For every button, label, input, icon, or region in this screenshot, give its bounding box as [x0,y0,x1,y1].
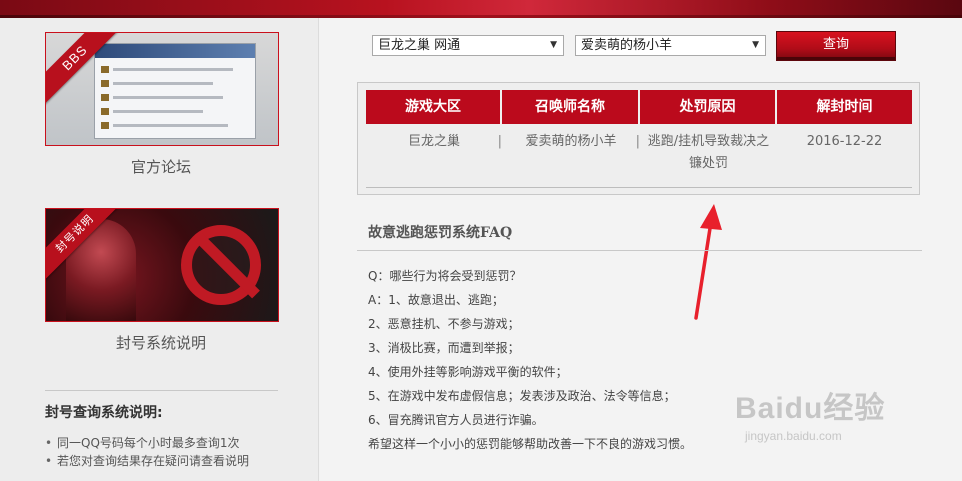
table-row: 巨龙之巢 爱卖萌的杨小羊 逃跑/挂机导致裁决之镰处罚 2016-12-22 [366,131,912,181]
faq-line: 6、冒充腾讯官方人员进行诈骗。 [368,413,544,427]
faq-line: A：1、故意退出、逃跑； [368,293,504,307]
dropdown-arrow-icon: ▼ [550,40,557,50]
faq-divider [357,250,922,251]
prohibited-icon [181,225,261,305]
header-summoner: 召唤师名称 [502,90,640,124]
faq-line: 4、使用外挂等影响游戏平衡的软件； [368,365,568,379]
summoner-select-value: 爱卖萌的杨小羊 [581,38,673,53]
result-table: 游戏大区 召唤师名称 处罚原因 解封时间 巨龙之巢 爱卖萌的杨小羊 逃跑/挂机导… [357,82,920,195]
cell-reason: 逃跑/挂机导致裁决之镰处罚 [647,134,770,171]
summoner-select[interactable]: 爱卖萌的杨小羊 ▼ [575,35,766,56]
cell-region: 巨龙之巢 [366,131,502,181]
faq-line: Q：哪些行为将会受到惩罚？ [368,269,522,283]
cell-summoner: 爱卖萌的杨小羊 [502,131,640,181]
table-header: 游戏大区 召唤师名称 处罚原因 解封时间 [366,90,912,124]
watermark-url: jingyan.baidu.com [745,429,842,443]
watermark-brand: Baidu经验 [735,392,886,425]
cell-unban-time: 2016-12-22 [806,134,883,149]
notes-title: 封号查询系统说明: [45,405,163,421]
dropdown-arrow-icon: ▼ [752,40,759,50]
top-banner [0,0,962,18]
region-select-value: 巨龙之巢 网通 [378,38,461,53]
forum-screenshot [94,43,256,139]
forum-caption[interactable]: 官方论坛 [45,156,277,177]
faq-line: 5、在游戏中发布虚假信息；发表涉及政治、法令等信息； [368,389,676,403]
faq-line: 2、恶意挂机、不参与游戏； [368,317,520,331]
note-item: • 同一QQ号码每个小时最多查询1次 [45,436,240,450]
region-select[interactable]: 巨龙之巢 网通 ▼ [372,35,564,56]
baidu-watermark: Baidu经验 jingyan.baidu.com [735,383,885,443]
query-button[interactable]: 查询 [776,31,896,61]
ban-caption[interactable]: 封号系统说明 [45,332,277,353]
faq-title: 故意逃跑惩罚系统FAQ [368,225,513,241]
forum-thumbnail[interactable]: BBS [45,32,279,146]
sidebar-divider [45,390,278,391]
table-divider [366,187,912,188]
header-reason: 处罚原因 [640,90,777,124]
note-item: • 若您对查询结果存在疑问请查看说明 [45,454,250,468]
header-region: 游戏大区 [366,90,502,124]
faq-line: 3、消极比赛，而遭到举报； [368,341,520,355]
ban-explanation-thumbnail[interactable]: 封号说明 [45,208,279,322]
faq-content: Q：哪些行为将会受到惩罚？ A：1、故意退出、逃跑； 2、恶意挂机、不参与游戏；… [368,267,692,459]
header-unban-time: 解封时间 [777,90,912,124]
notes-list: • 同一QQ号码每个小时最多查询1次 • 若您对查询结果存在疑问请查看说明 [45,434,275,470]
faq-line: 希望这样一个小小的惩罚能够帮助改善一下不良的游戏习惯。 [368,437,693,451]
